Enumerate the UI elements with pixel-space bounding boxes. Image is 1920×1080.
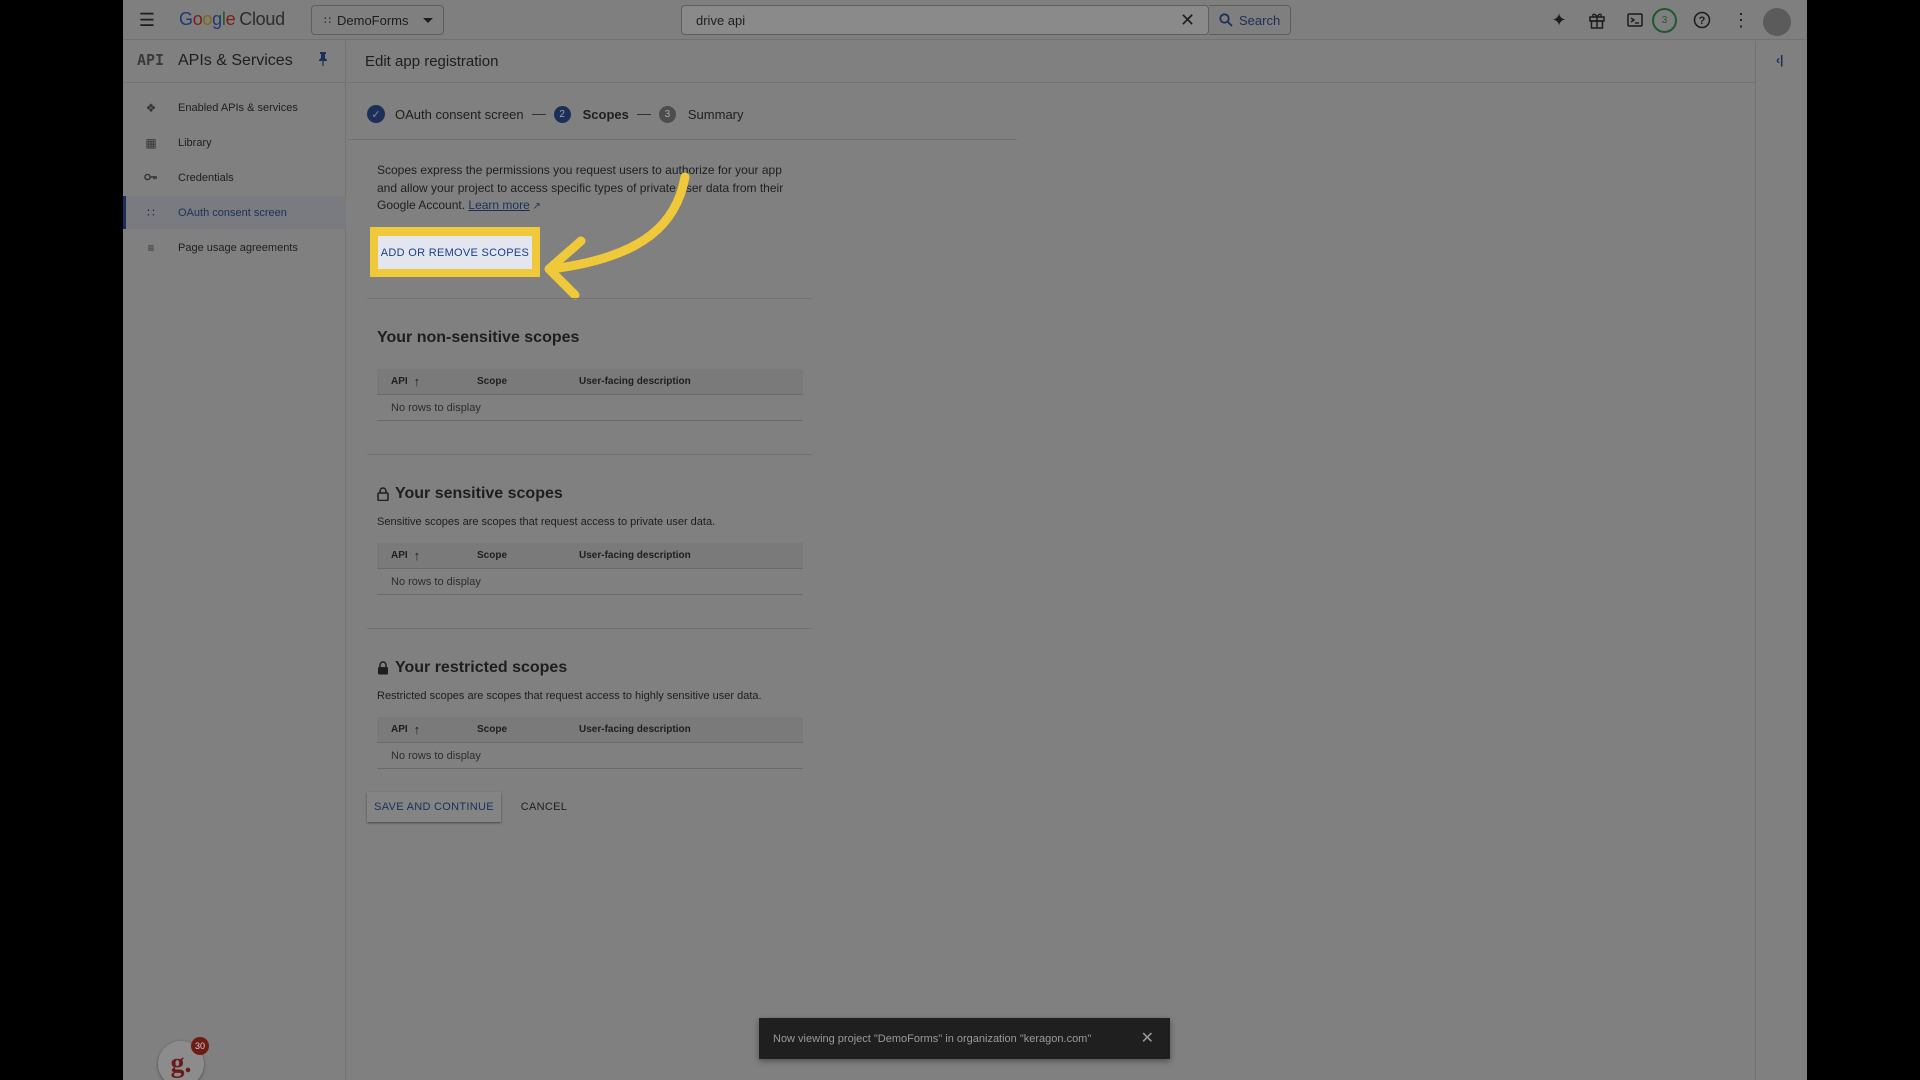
enabled-apis-icon: ❖ (145, 100, 157, 115)
section-divider (367, 628, 813, 629)
section-title-restricted: Your restricted scopes (377, 659, 567, 677)
step-summary[interactable]: Summary (688, 107, 744, 122)
consent-icon: ∷ (147, 205, 155, 220)
notifications-badge[interactable]: 3 (1652, 8, 1677, 33)
step-scopes[interactable]: Scopes (583, 107, 629, 122)
non-sensitive-scopes-table: API ↑ Scope User-facing description No ro… (377, 369, 803, 421)
api-icon: API (137, 51, 165, 69)
caret-down-icon (423, 18, 433, 23)
section-divider (367, 454, 813, 455)
gemini-sparkle-icon[interactable]: ✦ (1547, 8, 1571, 32)
add-remove-scopes-button[interactable]: ADD OR REMOVE SCOPES (378, 236, 532, 269)
top-bar: ☰ GoogleCloud ∷ DemoForms ✕ Search ✦ 3 ?… (123, 0, 1807, 40)
stepper: ✓ OAuth consent screen 2 Scopes 3 Summar… (367, 102, 1017, 126)
main-content: Edit app registration ✓ OAuth consent sc… (347, 41, 1755, 1080)
sidebar-item-oauth-consent[interactable]: ∷ OAuth consent screen (123, 196, 346, 229)
sidebar-item-library[interactable]: ▦ Library (123, 126, 346, 159)
sidebar-title: APIs & Services (178, 52, 293, 69)
library-icon: ▦ (145, 135, 157, 150)
cloud-shell-icon[interactable] (1623, 8, 1647, 32)
table-header: API ↑ Scope User-facing description (377, 543, 803, 569)
table-empty-row: No rows to display (377, 395, 803, 421)
app-window: ☰ GoogleCloud ∷ DemoForms ✕ Search ✦ 3 ?… (123, 0, 1807, 1080)
project-icon: ∷ (324, 14, 331, 27)
step-oauth-consent[interactable]: OAuth consent screen (395, 107, 524, 122)
section-title-sensitive: Your sensitive scopes (377, 485, 563, 503)
section-subtitle-sensitive: Sensitive scopes are scopes that request… (377, 516, 716, 528)
column-scope[interactable]: Scope (477, 550, 507, 561)
step-divider (636, 113, 651, 115)
page-title: Edit app registration (365, 53, 499, 70)
more-vert-icon[interactable]: ⋮ (1729, 8, 1753, 32)
sidebar-item-page-usage[interactable]: ≡ Page usage agreements (123, 231, 346, 264)
restricted-scopes-table: API ↑ Scope User-facing description No ro… (377, 717, 803, 769)
section-title-non-sensitive: Your non-sensitive scopes (377, 329, 580, 346)
search-button[interactable]: Search (1209, 5, 1291, 35)
sidebar: API APIs & Services ❖ Enabled APIs & ser… (123, 41, 346, 1080)
column-api[interactable]: API ↑ (391, 548, 420, 563)
google-cloud-logo[interactable]: Google Cloud (179, 9, 285, 30)
step-number-summary: 3 (658, 105, 676, 123)
save-and-continue-button[interactable]: SAVE AND CONTINUE (367, 792, 501, 822)
project-name: DemoForms (337, 12, 409, 28)
stepper-divider (347, 139, 1017, 140)
arrow-up-icon: ↑ (413, 548, 421, 563)
column-description[interactable]: User-facing description (579, 724, 691, 735)
pin-icon[interactable] (318, 52, 328, 69)
extension-badge-count: 30 (191, 1037, 209, 1055)
help-icon[interactable]: ? (1690, 8, 1714, 32)
lock-open-outline-icon (377, 487, 389, 501)
project-picker-button[interactable]: ∷ DemoForms (311, 5, 444, 35)
learn-more-link[interactable]: Learn more (468, 198, 529, 212)
collapse-panel-icon[interactable]: ‹| (1776, 53, 1783, 67)
tutorial-arrow-icon (544, 172, 690, 300)
column-api[interactable]: API ↑ (391, 374, 420, 389)
right-rail: ‹| (1755, 41, 1807, 1080)
sidebar-item-enabled-apis[interactable]: ❖ Enabled APIs & services (123, 91, 346, 124)
search-input[interactable] (682, 6, 1162, 34)
cancel-button[interactable]: CANCEL (509, 792, 579, 822)
sidebar-item-credentials[interactable]: Credentials (123, 161, 346, 194)
close-icon[interactable]: ✕ (1180, 10, 1195, 31)
column-api[interactable]: API ↑ (391, 722, 420, 737)
check-circle-icon: ✓ (367, 105, 385, 123)
column-description[interactable]: User-facing description (579, 376, 691, 387)
main-header: Edit app registration (347, 41, 1755, 83)
key-icon (143, 171, 159, 185)
search-button-label: Search (1239, 12, 1281, 28)
svg-text:?: ? (1699, 15, 1706, 27)
table-header: API ↑ Scope User-facing description (377, 369, 803, 395)
agreements-icon: ≡ (147, 240, 155, 255)
arrow-up-icon: ↑ (413, 722, 421, 737)
hamburger-menu-icon[interactable]: ☰ (135, 8, 159, 32)
table-empty-row: No rows to display (377, 569, 803, 595)
avatar[interactable] (1763, 8, 1791, 36)
step-number-scopes: 2 (553, 105, 571, 123)
column-scope[interactable]: Scope (477, 376, 507, 387)
sidebar-header: API APIs & Services (123, 41, 346, 83)
step-divider (531, 113, 546, 115)
toast-notification: Now viewing project "DemoForms" in organ… (759, 1018, 1170, 1059)
gift-icon[interactable] (1585, 8, 1609, 32)
search-box: ✕ (681, 5, 1209, 35)
table-header: API ↑ Scope User-facing description (377, 717, 803, 743)
search-icon (1219, 13, 1233, 27)
sensitive-scopes-table: API ↑ Scope User-facing description No ro… (377, 543, 803, 595)
lock-icon (378, 661, 388, 675)
column-scope[interactable]: Scope (477, 724, 507, 735)
toast-message: Now viewing project "DemoForms" in organ… (773, 1032, 1092, 1045)
section-subtitle-restricted: Restricted scopes are scopes that reques… (377, 690, 762, 702)
column-description[interactable]: User-facing description (579, 550, 691, 561)
table-empty-row: No rows to display (377, 743, 803, 769)
section-divider (367, 298, 813, 299)
close-icon[interactable]: ✕ (1141, 1028, 1154, 1048)
arrow-up-icon: ↑ (413, 374, 421, 389)
